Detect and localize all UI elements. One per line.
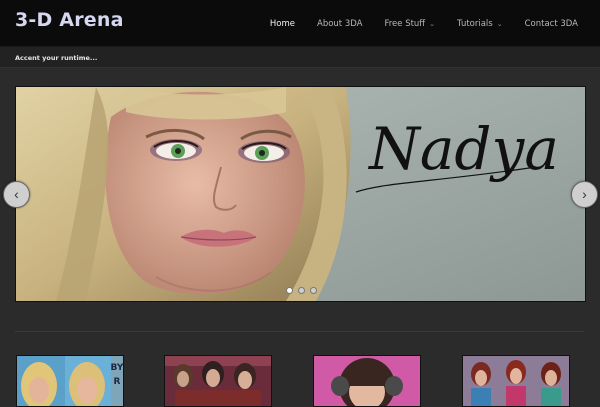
nav-item-label: Free Stuff: [384, 19, 426, 29]
main-nav: Home About 3DA Free Stuff ⌄ Tutorials ⌄ …: [248, 17, 578, 31]
nav-item-label: Tutorials: [457, 19, 493, 29]
thumb-badge-line: BY: [111, 363, 123, 373]
thumb-three-redheads[interactable]: [462, 355, 570, 407]
slider-dot[interactable]: [310, 287, 317, 294]
chevron-down-icon: ⌄: [429, 20, 436, 28]
slider-dot[interactable]: [298, 287, 305, 294]
thumbnail-image: [463, 356, 569, 406]
nav-item-label: Contact 3DA: [524, 19, 578, 29]
nav-item-label: Home: [269, 19, 295, 29]
nav-item-home[interactable]: Home: [270, 17, 295, 31]
slider-pagination: [286, 287, 322, 294]
thumb-bangs-girl[interactable]: [313, 355, 421, 407]
slider-prev-button[interactable]: ‹: [3, 181, 30, 208]
nav-item-free-stuff[interactable]: Free Stuff ⌄: [384, 17, 435, 31]
thumbnail-image: [165, 356, 271, 406]
thumb-three-women[interactable]: [164, 355, 272, 407]
nav-item-tutorials[interactable]: Tutorials ⌄: [457, 17, 503, 31]
hero-slider[interactable]: Nadya: [15, 86, 586, 302]
tagline-bar: Accent your runtime...: [0, 47, 600, 68]
thumbnail-image: BY R: [17, 356, 123, 406]
site-tagline: Accent your runtime...: [15, 54, 98, 62]
thumb-badge-line: R: [114, 377, 121, 387]
thumb-blonde-pair[interactable]: BY R: [16, 355, 124, 407]
nav-item-label: About 3DA: [317, 19, 363, 29]
slider-next-button[interactable]: ›: [571, 181, 598, 208]
site-header: 3-D Arena Home About 3DA Free Stuff ⌄ Tu…: [0, 0, 600, 47]
thumbnail-image: [314, 356, 420, 406]
section-divider: [15, 331, 584, 332]
slider-dot[interactable]: [286, 287, 293, 294]
slide-image: Nadya: [16, 87, 585, 301]
slide-title: Nadya: [367, 115, 559, 183]
nav-item-about[interactable]: About 3DA: [317, 17, 362, 31]
nav-item-contact[interactable]: Contact 3DA: [525, 17, 578, 31]
site-logo[interactable]: 3-D Arena: [15, 9, 124, 31]
chevron-down-icon: ⌄: [496, 20, 503, 28]
